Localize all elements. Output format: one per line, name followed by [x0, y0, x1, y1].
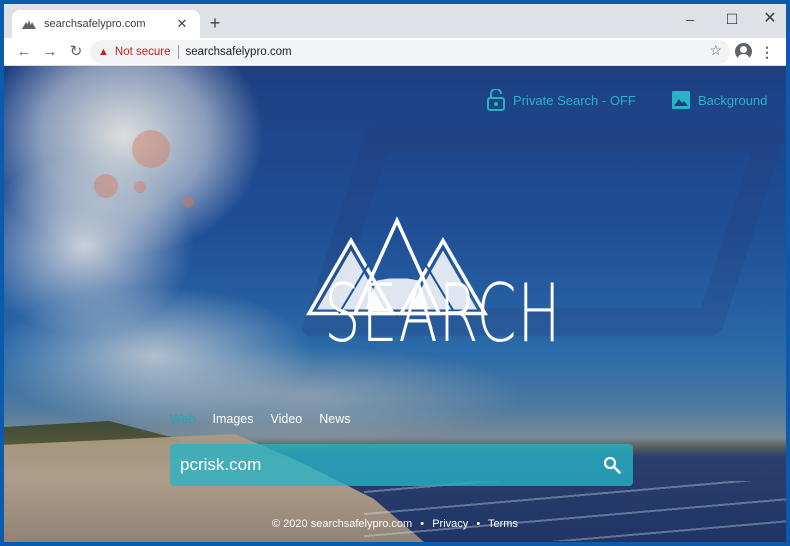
private-search-label: Private Search - OFF [513, 92, 636, 108]
warning-triangle-icon: ▲ [98, 46, 109, 58]
footer-separator: • [476, 518, 481, 530]
decorative-orb [94, 174, 118, 198]
decorative-orb [132, 130, 170, 168]
browser-menu-icon[interactable]: ⋮ [760, 41, 774, 63]
browser-tab[interactable]: searchsafelypro.com ✕ [12, 10, 200, 38]
tab-news[interactable]: News [319, 412, 350, 426]
maximize-button[interactable]: ☐ [712, 4, 752, 34]
search-logo-text: SEARCH [324, 267, 562, 360]
background-label: Background [698, 92, 768, 108]
privacy-link[interactable]: Privacy [432, 518, 468, 530]
footer-separator: • [420, 518, 425, 530]
tab-images[interactable]: Images [212, 412, 253, 426]
new-tab-button[interactable]: + [204, 12, 226, 34]
address-bar[interactable]: ▲ Not secure searchsafelypro.com ☆ [90, 40, 730, 64]
tab-close-icon[interactable]: ✕ [174, 16, 190, 32]
forward-button[interactable]: → [39, 41, 61, 63]
mountain-icon [22, 20, 36, 29]
background-waves [364, 481, 786, 541]
unlocked-padlock-icon [487, 89, 505, 111]
page-footer: © 2020 searchsafelypro.com • Privacy • T… [4, 518, 786, 530]
background-button[interactable]: Background [672, 88, 767, 112]
url-text[interactable]: searchsafelypro.com [186, 46, 292, 58]
terms-link[interactable]: Terms [488, 518, 518, 530]
minimize-button[interactable]: – [670, 4, 710, 34]
security-status[interactable]: Not secure [115, 46, 171, 58]
decorative-orb [134, 181, 146, 193]
tab-web[interactable]: Web [170, 412, 195, 426]
image-icon [672, 91, 690, 109]
profile-avatar-icon[interactable] [735, 43, 752, 60]
search-box [170, 444, 633, 486]
search-input[interactable] [180, 450, 590, 480]
page-content: Private Search - OFF Background SEARCH W… [4, 66, 786, 542]
back-button[interactable]: ← [13, 41, 35, 63]
tab-video[interactable]: Video [270, 412, 302, 426]
bookmark-star-icon[interactable]: ☆ [709, 42, 722, 59]
browser-toolbar: ← → ↻ ▲ Not secure searchsafelypro.com ☆… [4, 38, 786, 66]
copyright-text: © 2020 searchsafelypro.com [272, 518, 413, 530]
close-window-button[interactable]: ✕ [750, 4, 786, 34]
search-icon[interactable] [603, 456, 621, 474]
private-search-toggle[interactable]: Private Search - OFF [487, 88, 636, 112]
tab-title: searchsafelypro.com [44, 18, 146, 30]
search-type-tabs: Web Images Video News [170, 412, 368, 426]
divider [177, 45, 179, 59]
decorative-orb [182, 196, 194, 208]
browser-window: searchsafelypro.com ✕ + – ☐ ✕ ← → ↻ ▲ No… [4, 4, 786, 542]
reload-button[interactable]: ↻ [65, 41, 87, 63]
tab-strip: searchsafelypro.com ✕ + – ☐ ✕ [4, 4, 786, 38]
